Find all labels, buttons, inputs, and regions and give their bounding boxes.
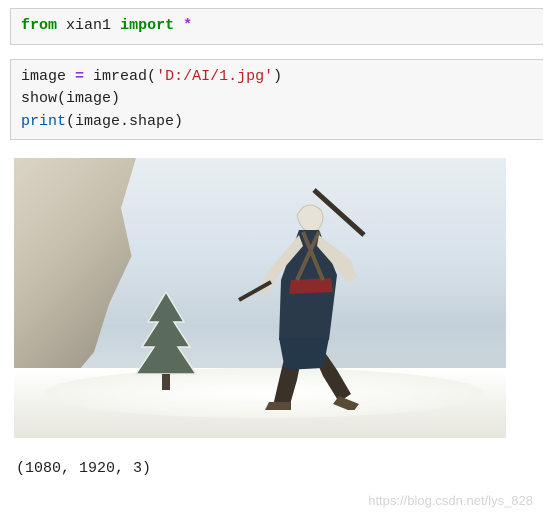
code-cell-2: image = imread('D:/AI/1.jpg') show(image… [10, 59, 543, 141]
code-cell-1: from xian1 import * [10, 8, 543, 45]
fn-imread: imread [84, 68, 147, 85]
code-line: image = imread('D:/AI/1.jpg') [21, 66, 533, 89]
import-star: * [183, 17, 192, 34]
fn-show: show [21, 90, 57, 107]
output-image [14, 158, 506, 438]
output-shape-text: (1080, 1920, 3) [16, 460, 543, 477]
code-line: from xian1 import * [21, 15, 533, 38]
var-image: image [21, 68, 75, 85]
module-name: xian1 [66, 17, 111, 34]
running-character-figure [219, 180, 389, 410]
pine-tree-icon [132, 292, 200, 392]
keyword-from: from [21, 17, 57, 34]
equals-op: = [75, 68, 84, 85]
watermark-text: https://blog.csdn.net/lys_828 [368, 493, 533, 508]
keyword-import: import [120, 17, 174, 34]
string-literal: 'D:/AI/1.jpg' [156, 68, 273, 85]
code-line: show(image) [21, 88, 533, 111]
fn-print: print [21, 113, 66, 130]
code-line: print(image.shape) [21, 111, 533, 134]
